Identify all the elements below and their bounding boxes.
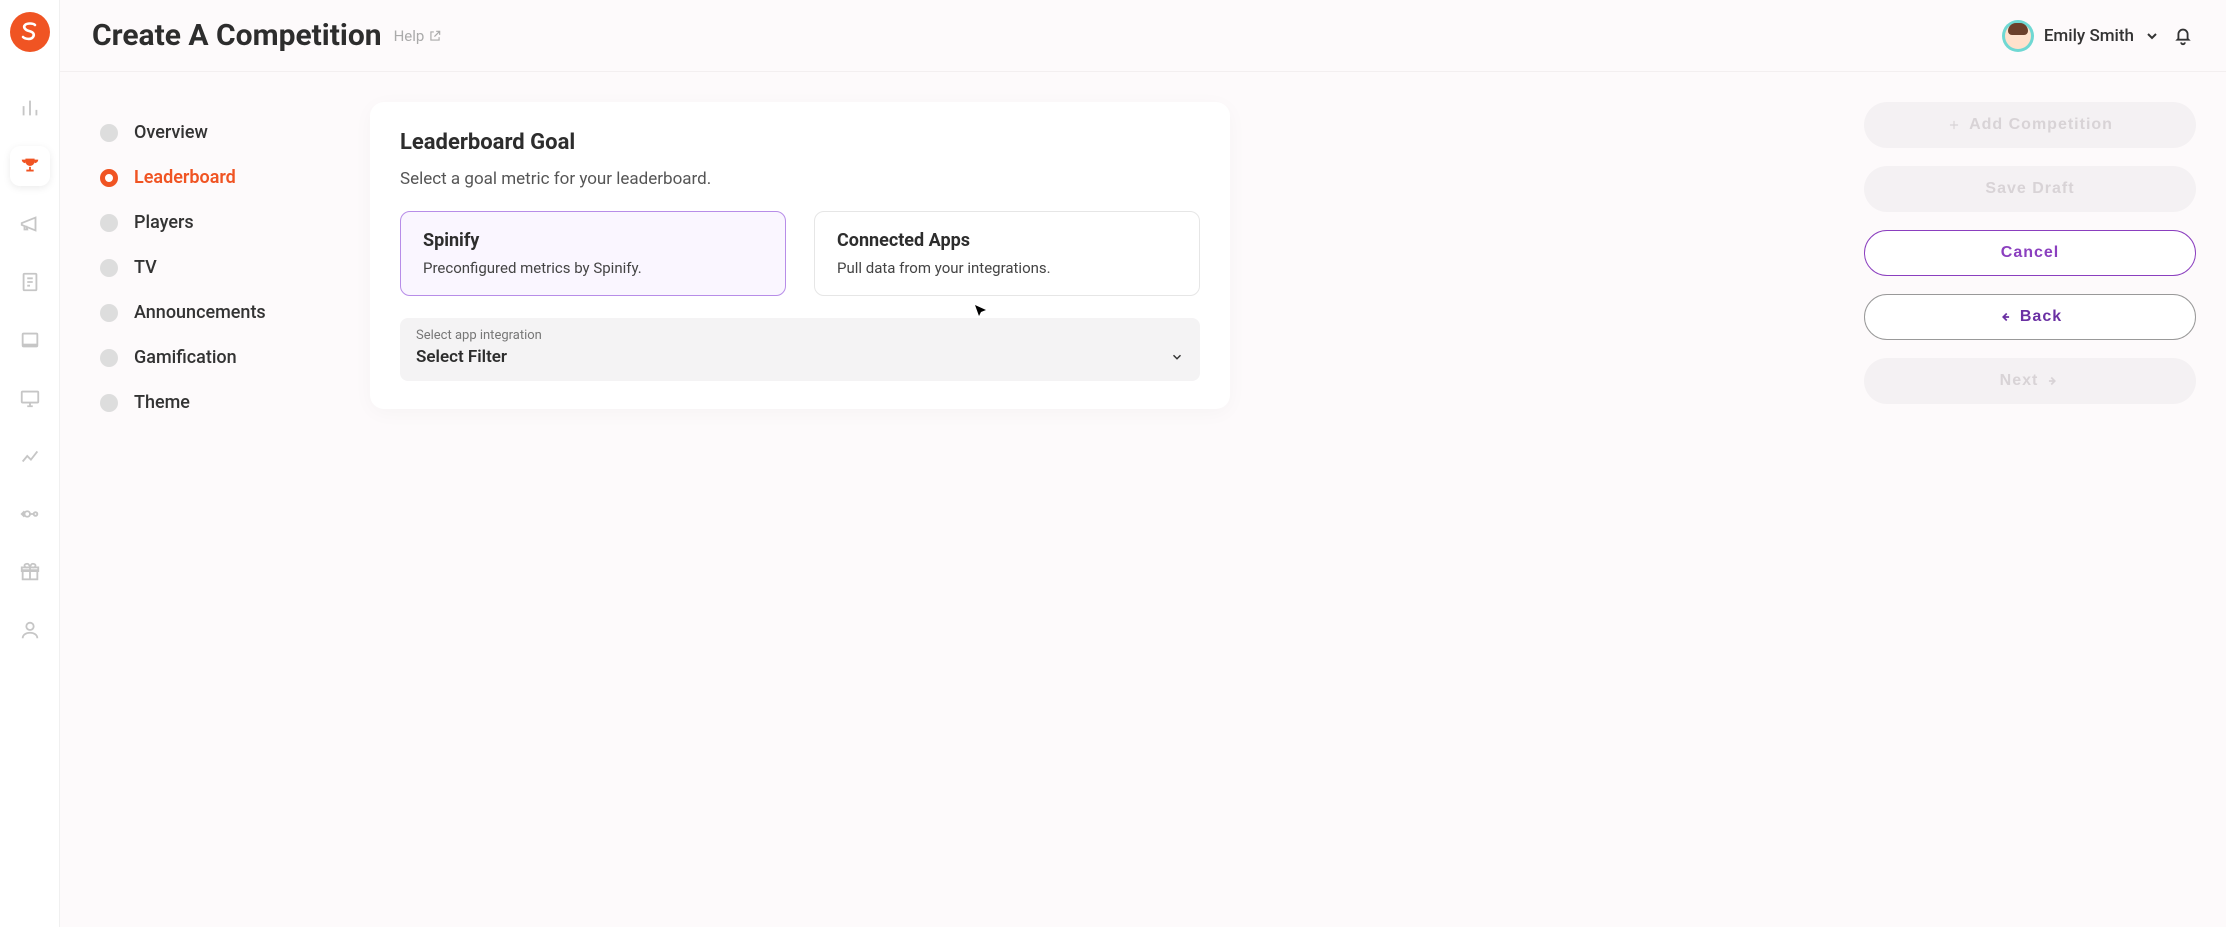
nav-icon-dashboard[interactable] — [10, 88, 50, 128]
button-label: Add Competition — [1969, 116, 2113, 134]
arrow-left-icon — [1998, 310, 2012, 324]
help-link[interactable]: Help — [394, 27, 443, 45]
step-theme[interactable]: Theme — [100, 380, 370, 425]
step-dot — [100, 124, 118, 142]
step-label: Announcements — [134, 302, 266, 323]
user-name: Emily Smith — [2044, 26, 2134, 46]
help-link-label: Help — [394, 27, 425, 45]
step-label: Leaderboard — [134, 167, 236, 188]
nav-icon-competitions[interactable] — [10, 146, 50, 186]
back-button[interactable]: Back — [1864, 294, 2196, 340]
brand-logo[interactable] — [10, 12, 50, 52]
nav-icon-coaching[interactable] — [10, 494, 50, 534]
step-gamification[interactable]: Gamification — [100, 335, 370, 380]
step-overview[interactable]: Overview — [100, 110, 370, 155]
leaderboard-goal-card: Leaderboard Goal Select a goal metric fo… — [370, 102, 1230, 409]
step-announcements[interactable]: Announcements — [100, 290, 370, 335]
chevron-down-icon — [1170, 350, 1184, 364]
arrow-right-icon — [2046, 374, 2060, 388]
option-connected-apps[interactable]: Connected Apps Pull data from your integ… — [814, 211, 1200, 296]
button-label: Save Draft — [1985, 180, 2074, 198]
nav-rail — [0, 0, 60, 927]
header: Create A Competition Help Emily Smith — [60, 0, 2226, 72]
option-title: Connected Apps — [837, 230, 1177, 251]
bell-icon[interactable] — [2172, 25, 2194, 47]
external-link-icon — [428, 29, 442, 43]
step-tv[interactable]: TV — [100, 245, 370, 290]
button-label: Next — [2000, 372, 2039, 390]
nav-icon-users[interactable] — [10, 610, 50, 650]
integration-select-group: Select app integration Select Filter — [400, 318, 1200, 381]
avatar — [2002, 20, 2034, 52]
button-label: Cancel — [2001, 244, 2059, 262]
step-dot — [100, 304, 118, 322]
card-title: Leaderboard Goal — [400, 130, 1200, 155]
step-leaderboard[interactable]: Leaderboard — [100, 155, 370, 200]
step-label: Theme — [134, 392, 190, 413]
save-draft-button[interactable]: Save Draft — [1864, 166, 2196, 212]
select-value: Select Filter — [416, 347, 507, 367]
actions-panel: Add Competition Save Draft Cancel Back N… — [1836, 102, 2216, 927]
nav-icon-rewards[interactable] — [10, 552, 50, 592]
steps-sidebar: Overview Leaderboard Players TV Announce… — [100, 102, 370, 927]
card-subtitle: Select a goal metric for your leaderboar… — [400, 169, 1200, 189]
add-competition-button[interactable]: Add Competition — [1864, 102, 2196, 148]
chevron-down-icon — [2144, 28, 2160, 44]
step-players[interactable]: Players — [100, 200, 370, 245]
step-label: TV — [134, 257, 157, 278]
plus-icon — [1947, 118, 1961, 132]
user-menu[interactable]: Emily Smith — [2002, 20, 2160, 52]
option-desc: Pull data from your integrations. — [837, 259, 1177, 277]
integration-select[interactable]: Select Filter — [416, 347, 1184, 367]
nav-icon-screens[interactable] — [10, 378, 50, 418]
button-label: Back — [2020, 308, 2062, 326]
cancel-button[interactable]: Cancel — [1864, 230, 2196, 276]
page-title: Create A Competition — [92, 18, 382, 53]
step-dot-active — [100, 169, 118, 187]
option-desc: Preconfigured metrics by Spinify. — [423, 259, 763, 277]
option-spinify[interactable]: Spinify Preconfigured metrics by Spinify… — [400, 211, 786, 296]
nav-icon-reports[interactable] — [10, 262, 50, 302]
option-title: Spinify — [423, 230, 763, 251]
nav-icon-library[interactable] — [10, 320, 50, 360]
next-button[interactable]: Next — [1864, 358, 2196, 404]
step-label: Players — [134, 212, 194, 233]
step-dot — [100, 349, 118, 367]
step-label: Overview — [134, 122, 208, 143]
nav-icon-analytics[interactable] — [10, 436, 50, 476]
step-dot — [100, 214, 118, 232]
nav-icon-announcements[interactable] — [10, 204, 50, 244]
step-dot — [100, 394, 118, 412]
select-label: Select app integration — [416, 328, 1184, 343]
step-label: Gamification — [134, 347, 237, 368]
step-dot — [100, 259, 118, 277]
